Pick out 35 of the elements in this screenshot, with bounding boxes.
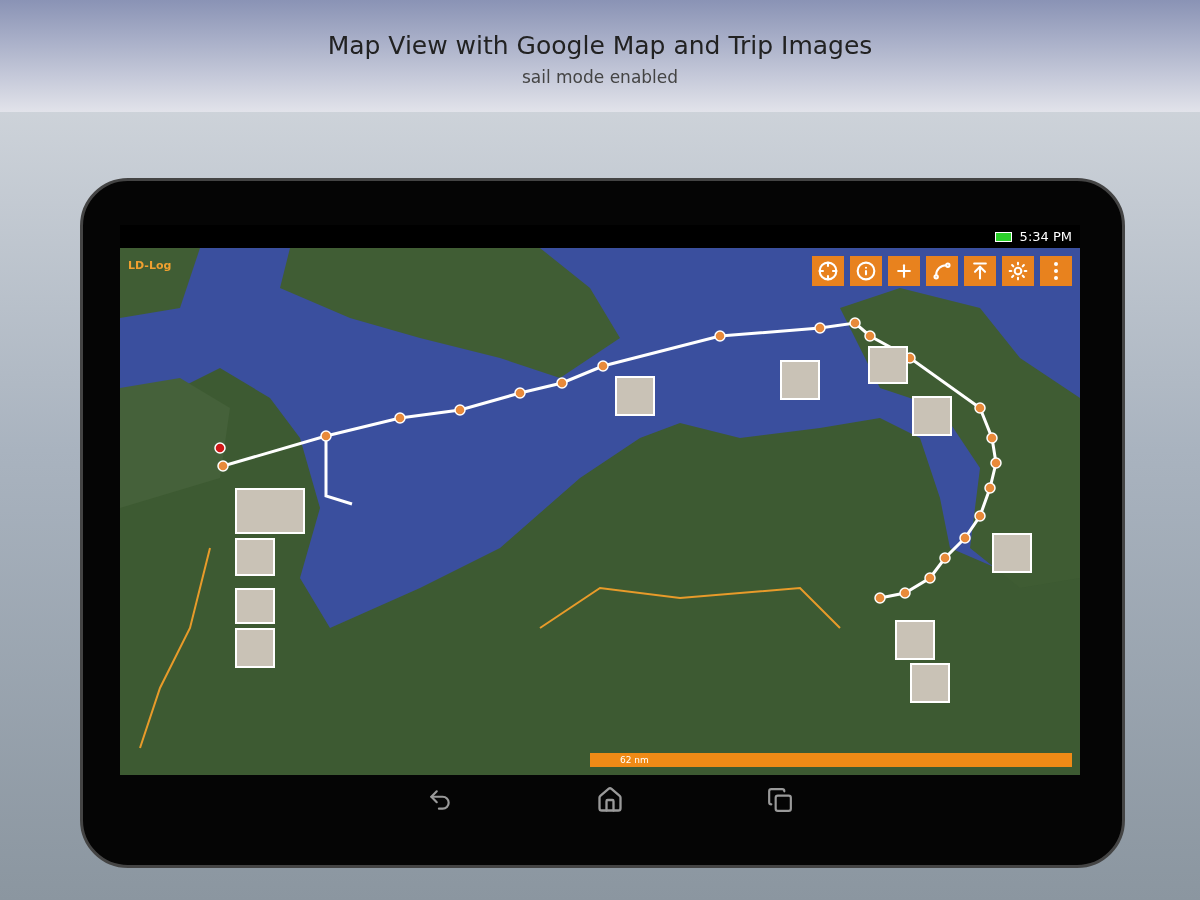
scale-label: 62 nm: [620, 755, 649, 765]
photo-placeholder[interactable]: [235, 588, 275, 624]
photo-placeholder[interactable]: [895, 620, 935, 660]
photo-placeholder[interactable]: [910, 663, 950, 703]
back-icon: [427, 787, 453, 813]
photo-placeholder[interactable]: [235, 628, 275, 668]
curve-button[interactable]: [926, 256, 958, 286]
app-label: LD-Log: [128, 258, 172, 274]
map-view[interactable]: LD-Log 62 nm: [120, 248, 1080, 775]
plus-icon: [894, 261, 914, 281]
photo-placeholder[interactable]: [992, 533, 1032, 573]
curve-icon: [932, 261, 952, 281]
upload-icon: [970, 261, 990, 281]
more-button[interactable]: [1040, 256, 1072, 286]
photo-placeholder[interactable]: [780, 360, 820, 400]
locate-icon: [818, 261, 838, 281]
status-time: 5:34 PM: [1019, 227, 1072, 246]
sun-button[interactable]: [1002, 256, 1034, 286]
recent-apps-icon: [767, 787, 793, 813]
photo-placeholder[interactable]: [912, 396, 952, 436]
subtitle: sail mode enabled: [521, 66, 679, 90]
home-icon: [596, 786, 624, 814]
photo-placeholder[interactable]: [615, 376, 655, 416]
more-icon: [1054, 262, 1058, 280]
plus-button[interactable]: [888, 256, 920, 286]
photo-placeholder[interactable]: [235, 488, 305, 534]
locate-button[interactable]: [812, 256, 844, 286]
battery-icon: [994, 231, 1012, 242]
headline: Map View with Google Map and Trip Images: [327, 30, 873, 62]
info-button[interactable]: [850, 256, 882, 286]
photo-placeholder[interactable]: [868, 346, 908, 384]
info-icon: [856, 261, 876, 281]
photo-placeholder[interactable]: [235, 538, 275, 576]
sun-icon: [1008, 261, 1028, 281]
upload-button[interactable]: [964, 256, 996, 286]
